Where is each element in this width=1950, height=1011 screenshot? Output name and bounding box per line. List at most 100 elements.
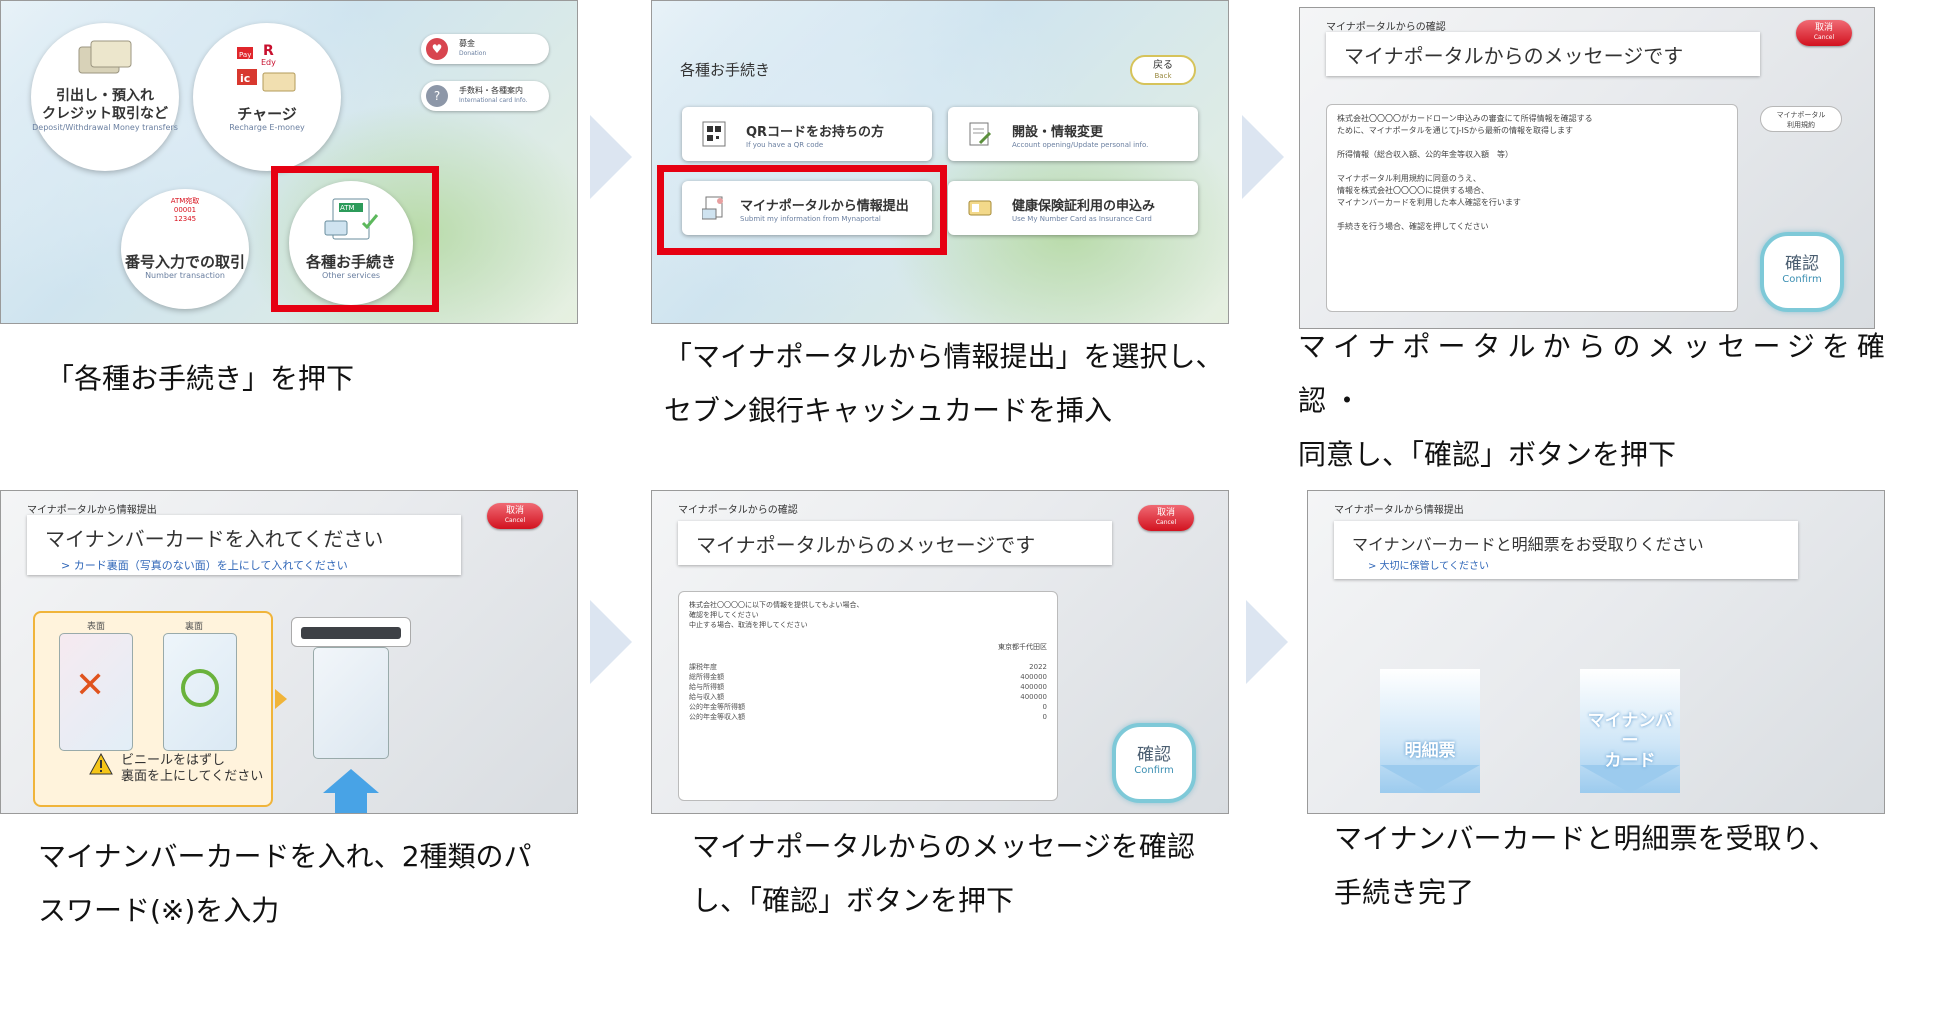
warning-text: ビニールをはずし 裏面を上にしてください	[121, 753, 264, 784]
insurance-card-option[interactable]: 健康保険証利用の申込み Use My Number Card as Insura…	[948, 181, 1198, 235]
content-line	[1337, 137, 1727, 149]
insurance-card-icon	[968, 200, 992, 216]
screen-title: マイナポータルから情報提出	[1334, 505, 1464, 516]
content-line: 情報を株式会社〇〇〇〇に提供する場合、	[1337, 186, 1489, 195]
step-arrow-icon	[590, 115, 632, 199]
circle-label: チャージ	[237, 105, 297, 123]
qr-code-option[interactable]: QRコードをお持ちの方 If you have a QR code	[682, 107, 932, 161]
svg-text:R: R	[263, 43, 274, 59]
cancel-label: 取消	[505, 506, 524, 516]
confirm-button[interactable]: 確認 Confirm	[1112, 723, 1196, 803]
card-orientation-guide: 表面 裏面 ✕ ビニールをはずし 裏面を上にしてください	[33, 611, 273, 807]
caption-line: スワード(※)を入力	[38, 894, 280, 927]
card-output-icon: マイナンバー カード	[1580, 669, 1680, 793]
question-icon: ?	[426, 85, 448, 107]
table-row: 総所得金額 400000	[689, 673, 1047, 681]
receipt-label: 明細票	[1404, 741, 1456, 761]
heart-icon: ♥	[426, 38, 448, 60]
terms-of-use-button[interactable]: マイナポータル 利用規約	[1760, 106, 1842, 132]
message-subtext: > カード裏面（写真のない面）を上にして入れてください	[61, 559, 348, 572]
message-text: マイナンバーカードと明細票をお受取りください	[1352, 535, 1704, 554]
insert-arrow-icon	[323, 769, 379, 793]
x-mark-icon: ✕	[75, 665, 106, 706]
inserting-card-icon	[313, 647, 389, 759]
step-caption-2: 「マイナポータルから情報提出」を選択し、 セブン銀行キャッシュカードを挿入	[664, 330, 1264, 438]
screen-other-services: 各種お手続き 戻る Back QRコードをお持ちの方 If you have a…	[651, 0, 1229, 324]
back-label: 裏面	[185, 622, 204, 632]
charge-button[interactable]: Pay R Edy ic チャージ Recharge E-money	[193, 23, 341, 171]
circle-ok-icon	[181, 669, 219, 707]
highlight-box	[271, 166, 439, 312]
option-sublabel: Account opening/Update personal info.	[1012, 141, 1149, 149]
back-sublabel: Back	[1154, 72, 1172, 80]
content-line: マイナンバーカードを利用した本人確認を行います	[1337, 198, 1521, 207]
content-line: ために、マイナポータルを通じてJ-ISから最新の情報を取得します	[1337, 126, 1573, 135]
caption-line: 同意し、「確認」ボタンを押下	[1298, 438, 1677, 471]
message-banner: マイナンバーカードを入れてください > カード裏面（写真のない面）を上にして入れ…	[27, 515, 461, 575]
confirm-label: 確認	[1137, 745, 1171, 765]
screen-mynaportal-confirm: マイナポータルからの確認 取消 Cancel マイナポータルからのメッセージです…	[1299, 7, 1875, 329]
svg-text:Edy: Edy	[261, 58, 276, 67]
message-text: マイナンバーカードを入れてください	[45, 527, 384, 551]
caption-line: マイナポータルからのメッセージを確認・	[1298, 330, 1892, 417]
down-arrow-tip	[1380, 765, 1480, 793]
circle-sublabel: Recharge E-money	[229, 123, 305, 132]
content-line: マイナポータル利用規約に同意のうえ、	[1337, 174, 1481, 183]
card-label: マイナンバー カード	[1587, 711, 1673, 771]
cancel-sublabel: Cancel	[504, 517, 526, 524]
income-table: 課税年度 2022 総所得金額 400000 給与所得額 400000 給与収入額 40…	[689, 662, 1047, 722]
confirm-label: 確認	[1785, 254, 1819, 274]
button-sublabel: International card Info.	[459, 97, 528, 104]
cash-icon	[78, 40, 132, 74]
cancel-button[interactable]: 取消 Cancel	[1138, 505, 1194, 531]
slot-opening	[301, 627, 401, 639]
cancel-sublabel: Cancel	[1813, 34, 1835, 41]
message-subtext: > 大切に保管してください	[1368, 561, 1489, 572]
message-content: 株式会社〇〇〇〇がカードローン申込みの審査にて所得情報を確認する ために、マイナ…	[1326, 104, 1738, 312]
button-label: 募金	[459, 39, 475, 48]
fees-info-button[interactable]: ? 手数料・各種案内 International card Info.	[421, 81, 549, 111]
step-caption-1: 「各種お手続き」を押下	[46, 362, 355, 395]
number-entry-icon: ATM宛取 00001 12345	[170, 197, 200, 223]
content-line	[1337, 161, 1727, 173]
caption-line: 「マイナポータルから情報提出」を選択し、	[664, 340, 1224, 373]
content-line: 確認を押してください	[689, 611, 759, 619]
option-label: 健康保険証利用の申込み	[1012, 199, 1156, 214]
confirm-sublabel: Confirm	[1782, 274, 1822, 285]
svg-text:Pay: Pay	[239, 51, 251, 59]
screen-mynaportal-data: マイナポータルからの確認 取消 Cancel マイナポータルからのメッセージです…	[651, 490, 1229, 814]
back-label: 戻る	[1153, 60, 1173, 71]
deposit-withdrawal-button[interactable]: 引出し・預入れ クレジット取引など Deposit/Withdrawal Mon…	[31, 23, 179, 171]
caption-line: セブン銀行キャッシュカードを挿入	[664, 394, 1113, 427]
pointer-triangle-icon	[275, 689, 287, 709]
cancel-button[interactable]: 取消 Cancel	[487, 503, 543, 529]
screen-atm-top-menu: 引出し・預入れ クレジット取引など Deposit/Withdrawal Mon…	[0, 0, 578, 324]
confirm-sublabel: Confirm	[1134, 765, 1174, 776]
screen-header: 各種お手続き	[680, 61, 771, 79]
table-row: 給与所得額 400000	[689, 683, 1047, 691]
cancel-sublabel: Cancel	[1155, 519, 1177, 526]
option-label: 開設・情報変更	[1012, 125, 1104, 140]
caption-line: マイナポータルからのメッセージを確認	[692, 830, 1195, 863]
option-label: QRコードをお持ちの方	[746, 125, 885, 140]
back-button[interactable]: 戻る Back	[1130, 55, 1196, 85]
caption-line: マイナンバーカードを入れ、2種類のパ	[38, 840, 532, 873]
screen-title: マイナポータルから情報提出	[27, 505, 157, 516]
message-banner: マイナンバーカードと明細票をお受取りください > 大切に保管してください	[1334, 521, 1798, 579]
account-update-option[interactable]: 開設・情報変更 Account opening/Update personal …	[948, 107, 1198, 161]
location-text: 東京都千代田区	[998, 643, 1047, 651]
table-row: 公的年金等収入額 0	[689, 713, 1047, 721]
front-label: 表面	[87, 622, 106, 632]
donation-button[interactable]: ♥ 募金 Donation	[421, 34, 549, 64]
cancel-button[interactable]: 取消 Cancel	[1796, 20, 1852, 46]
message-text: マイナポータルからのメッセージです	[1344, 44, 1684, 68]
content-line: 所得情報（総合収入額、公的年金等収入額 等）	[1337, 150, 1513, 159]
number-transaction-button[interactable]: ATM宛取 00001 12345 番号入力での取引 Number transa…	[121, 189, 249, 309]
message-banner: マイナポータルからのメッセージです	[1326, 32, 1760, 76]
confirm-button[interactable]: 確認 Confirm	[1760, 232, 1844, 312]
screen-receive-card: マイナポータルから情報提出 マイナンバーカードと明細票をお受取りください > 大…	[1307, 490, 1885, 814]
e-money-icon: Pay R Edy ic	[237, 43, 296, 92]
circle-label: 番号入力での取引	[124, 253, 245, 271]
content-line: 手続きを行う場合、確認を押してください	[1337, 222, 1489, 231]
message-content: 株式会社〇〇〇〇に以下の情報を提供してもよい場合、 確認を押してください 中止す…	[678, 591, 1058, 801]
